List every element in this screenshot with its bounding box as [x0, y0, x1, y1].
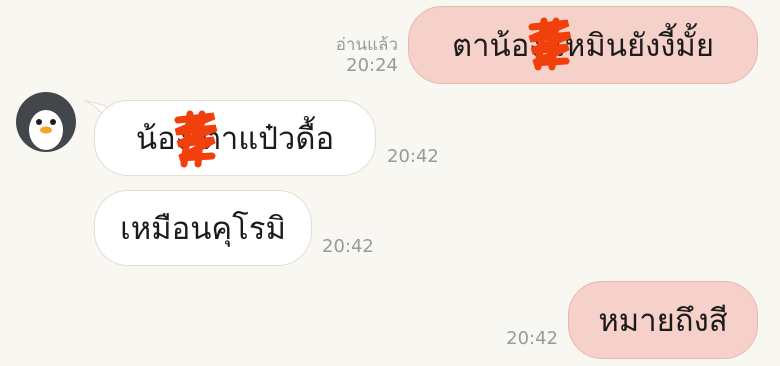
message-text: ตาน้อง เหมินยังงี้มั้ย [451, 28, 715, 64]
redaction-scribble-icon [174, 110, 218, 168]
outgoing-message-bubble[interactable]: ตาน้อง เหมินยังงี้มั้ย [408, 6, 758, 84]
message-text: หมายถึงสี [598, 303, 728, 339]
message-timestamp: 20:42 [322, 236, 374, 257]
incoming-message-bubble[interactable]: น้อง ตาแป๋วดื้อ [94, 100, 376, 176]
message-timestamp: 20:24 [346, 55, 398, 76]
redaction-scribble-icon [528, 17, 572, 71]
outgoing-message-bubble[interactable]: หมายถึงสี [568, 281, 758, 359]
incoming-message-bubble[interactable]: เหมือนคุโรมิ [94, 190, 312, 266]
read-receipt: อ่านแล้ว [335, 35, 398, 55]
message-timestamp: 20:42 [387, 146, 439, 167]
message-timestamp: 20:42 [506, 328, 558, 349]
penguin-avatar-icon[interactable] [16, 92, 76, 152]
message-text: เหมือนคุโรมิ [120, 211, 286, 247]
message-text: น้อง ตาแป๋วดื้อ [135, 121, 335, 157]
